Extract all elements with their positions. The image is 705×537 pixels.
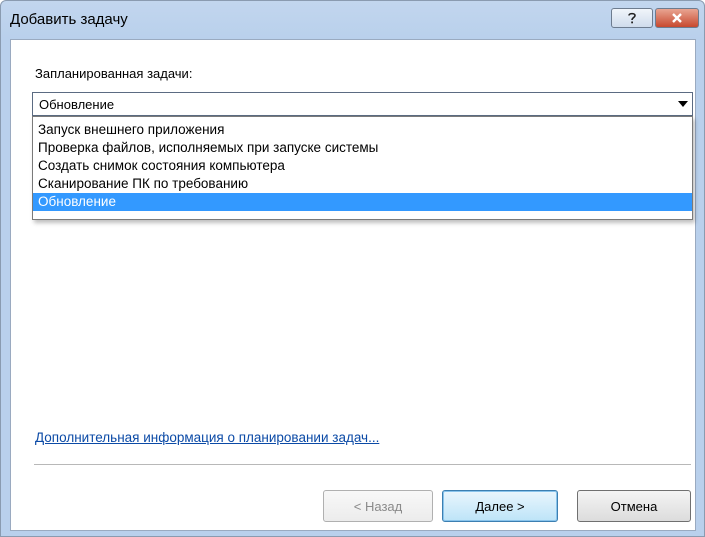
- title-bar[interactable]: Добавить задачу: [1, 1, 704, 39]
- list-item-selected[interactable]: Обновление: [33, 193, 692, 211]
- dialog-title: Добавить задачу: [10, 11, 128, 28]
- list-item[interactable]: Создать снимок состояния компьютера: [33, 157, 692, 175]
- dropdown-arrow-icon[interactable]: [678, 101, 688, 107]
- add-task-dialog: Добавить задачу Запланированная задачи: …: [0, 0, 705, 537]
- close-icon: [672, 13, 682, 23]
- dialog-content: Запланированная задачи: Обновление Запус…: [10, 39, 696, 531]
- scheduled-task-combobox[interactable]: Обновление: [32, 92, 693, 116]
- close-button[interactable]: [655, 8, 699, 28]
- list-item[interactable]: Запуск внешнего приложения: [33, 121, 692, 139]
- question-icon: [628, 12, 636, 24]
- back-button[interactable]: < Назад: [323, 490, 433, 522]
- list-item[interactable]: Сканирование ПК по требованию: [33, 175, 692, 193]
- scheduling-info-link[interactable]: Дополнительная информация о планировании…: [35, 430, 379, 445]
- cancel-button[interactable]: Отмена: [577, 490, 691, 522]
- next-button[interactable]: Далее >: [442, 490, 558, 522]
- combobox-value: Обновление: [39, 97, 115, 112]
- divider: [34, 464, 691, 465]
- list-item[interactable]: Проверка файлов, исполняемых при запуске…: [33, 139, 692, 157]
- help-button[interactable]: [611, 8, 653, 28]
- scheduled-task-label: Запланированная задачи:: [35, 66, 193, 81]
- task-dropdown-list[interactable]: Запуск внешнего приложения Проверка файл…: [32, 116, 693, 220]
